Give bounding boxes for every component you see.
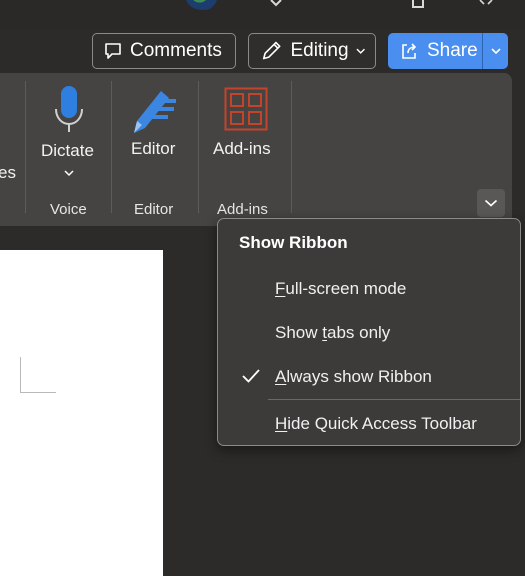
add-ins-button[interactable]: Add-ins (208, 81, 284, 191)
comments-label: Comments (130, 40, 222, 61)
comments-button[interactable]: Comments (92, 33, 236, 69)
share-button[interactable]: Share (388, 33, 508, 69)
window-icon[interactable] (412, 0, 424, 8)
dictate-button[interactable]: Dictate (36, 81, 102, 191)
menu-item-label: Always show Ribbon (275, 367, 432, 386)
menu-item-always-show-ribbon[interactable]: Always show Ribbon (219, 357, 519, 397)
menu-item-full-screen-mode[interactable]: Full-screen mode (219, 269, 519, 309)
document-page[interactable] (0, 250, 163, 576)
close-window-icon[interactable] (478, 0, 494, 6)
comment-icon (105, 43, 121, 59)
editor-button[interactable]: Editor (122, 81, 188, 191)
chevron-down-icon (64, 170, 74, 177)
microphone-icon (55, 86, 83, 132)
margin-marker (20, 392, 56, 393)
addins-grid-icon (224, 87, 268, 131)
ribbon-display-options-button[interactable] (477, 189, 505, 217)
share-label: Share (427, 40, 478, 61)
group-label-voice: Voice (50, 201, 87, 218)
group-label-add-ins: Add-ins (217, 201, 268, 218)
ribbon: es Dictate Voice Editor Editor Add-ins A… (0, 73, 512, 226)
editor-label: Editor (131, 139, 176, 158)
group-separator (111, 81, 112, 213)
menu-item-label: Full-screen mode (275, 279, 407, 298)
margin-marker (20, 357, 21, 393)
share-options-button[interactable] (483, 33, 508, 69)
menu-item-label: Show tabs only (275, 323, 391, 342)
menu-item-show-tabs-only[interactable]: Show tabs only (219, 313, 519, 353)
group-separator (25, 81, 26, 213)
menu-item-hide-quick-access-toolbar[interactable]: Hide Quick Access Toolbar (219, 404, 519, 444)
editor-pen-icon (134, 91, 176, 133)
group-label-editor: Editor (134, 201, 174, 218)
dictate-label: Dictate (41, 141, 94, 160)
editing-label: Editing (290, 40, 349, 61)
share-main-button[interactable]: Share (388, 33, 482, 69)
show-ribbon-menu: Show Ribbon Full-screen mode Show tabs o… (217, 218, 521, 446)
pencil-icon (262, 41, 281, 60)
menu-separator (268, 399, 520, 400)
editing-mode-button[interactable]: Editing (248, 33, 376, 69)
menu-header: Show Ribbon (239, 233, 348, 252)
add-ins-label: Add-ins (213, 139, 271, 158)
chevron-down-icon (356, 48, 365, 54)
checkmark-icon (242, 369, 260, 383)
title-bar (0, 0, 525, 30)
chevron-down-icon (490, 48, 501, 55)
partial-ribbon-label: es (0, 163, 16, 182)
group-separator (198, 81, 199, 213)
diamond-icon[interactable] (268, 0, 284, 8)
chevron-down-icon (484, 199, 498, 207)
share-icon (402, 43, 417, 59)
group-separator (291, 81, 292, 213)
menu-item-label: Hide Quick Access Toolbar (275, 414, 477, 433)
